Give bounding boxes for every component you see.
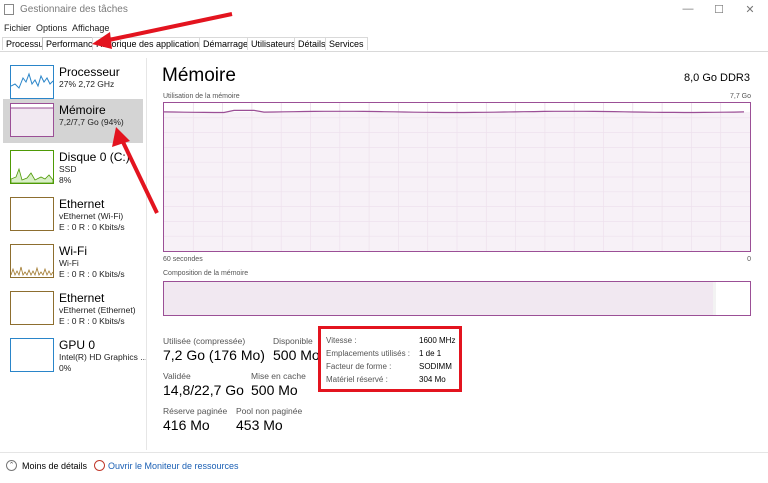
committed-value: 14,8/22,7 Go bbox=[163, 382, 244, 398]
composition-modified bbox=[713, 282, 716, 315]
form-factor-value: SODIMM bbox=[419, 362, 452, 371]
speed-label: Vitesse : bbox=[326, 336, 357, 345]
sidebar-subtitle: 27% 2,72 GHz bbox=[59, 79, 115, 89]
resource-monitor-link[interactable]: Ouvrir le Moniteur de ressources bbox=[108, 461, 239, 471]
tab-services[interactable]: Services bbox=[325, 37, 368, 50]
sidebar-item-gpu[interactable]: GPU 0 Intel(R) HD Graphics ... 0% bbox=[3, 334, 147, 378]
tab-bar: Processus Performance Historique des app… bbox=[0, 37, 768, 52]
ethernet-thumbnail bbox=[10, 291, 54, 325]
menu-fichier[interactable]: Fichier bbox=[4, 23, 31, 33]
sidebar-item-memoire[interactable]: Mémoire 7,2/7,7 Go (94%) bbox=[3, 99, 143, 143]
sidebar-subtitle-2: 0% bbox=[59, 363, 72, 373]
sidebar-subtitle-2: 8% bbox=[59, 175, 72, 185]
graph-time-left: 60 secondes bbox=[163, 256, 203, 263]
form-factor-label: Facteur de forme : bbox=[326, 362, 392, 371]
sidebar: Processeur 27% 2,72 GHz Mémoire 7,2/7,7 … bbox=[0, 58, 147, 450]
tab-historique[interactable]: Historique des applications bbox=[92, 37, 208, 50]
tab-demarrage[interactable]: Démarrage bbox=[199, 37, 253, 50]
sidebar-title: Disque 0 (C:) bbox=[59, 150, 130, 164]
ethernet-thumbnail bbox=[10, 197, 54, 231]
sidebar-title: Mémoire bbox=[59, 103, 106, 117]
footer: ⌃ Moins de détails Ouvrir le Moniteur de… bbox=[0, 452, 768, 483]
sidebar-subtitle: SSD bbox=[59, 164, 77, 174]
committed-label: Validée bbox=[163, 371, 191, 381]
used-label: Utilisée (compressée) bbox=[163, 336, 246, 346]
sidebar-subtitle-2: E : 0 R : 0 Kbits/s bbox=[59, 316, 125, 326]
usage-graph-label: Utilisation de la mémoire bbox=[163, 93, 240, 100]
task-manager-icon bbox=[4, 4, 14, 15]
nonpaged-pool-label: Pool non paginée bbox=[236, 406, 303, 416]
composition-in-use bbox=[164, 282, 716, 315]
sidebar-title: GPU 0 bbox=[59, 338, 96, 352]
sidebar-subtitle-2: E : 0 R : 0 Kbits/s bbox=[59, 269, 125, 279]
sidebar-item-disque[interactable]: Disque 0 (C:) SSD 8% bbox=[3, 146, 143, 190]
minimize-icon[interactable]: — bbox=[680, 3, 696, 15]
sidebar-subtitle: 7,2/7,7 Go (94%) bbox=[59, 117, 124, 127]
nonpaged-pool-value: 453 Mo bbox=[236, 417, 283, 433]
sidebar-subtitle-2: E : 0 R : 0 Kbits/s bbox=[59, 222, 125, 232]
cpu-thumbnail bbox=[10, 65, 54, 99]
sidebar-title: Wi-Fi bbox=[59, 244, 87, 258]
slots-value: 1 de 1 bbox=[419, 349, 442, 358]
page-title: Mémoire bbox=[162, 65, 236, 86]
sidebar-title: Processeur bbox=[59, 65, 120, 79]
reserved-value: 304 Mo bbox=[419, 375, 446, 384]
sidebar-item-wifi[interactable]: Wi-Fi Wi-Fi E : 0 R : 0 Kbits/s bbox=[3, 240, 143, 284]
paged-pool-label: Réserve paginée bbox=[163, 406, 228, 416]
chevron-up-icon[interactable]: ⌃ bbox=[6, 460, 17, 471]
cached-value: 500 Mo bbox=[251, 382, 298, 398]
wifi-thumbnail bbox=[10, 244, 54, 278]
speed-value: 1600 MHz bbox=[419, 336, 456, 345]
memory-usage-area bbox=[164, 111, 750, 251]
slots-label: Emplacements utilisés : bbox=[326, 349, 411, 358]
disk-thumbnail bbox=[10, 150, 54, 184]
paged-pool-value: 416 Mo bbox=[163, 417, 210, 433]
resource-monitor-icon bbox=[94, 460, 105, 471]
sidebar-title: Ethernet bbox=[59, 197, 105, 211]
memory-usage-graph bbox=[163, 102, 751, 252]
sidebar-subtitle: Wi-Fi bbox=[59, 258, 79, 268]
gpu-thumbnail bbox=[10, 338, 54, 372]
close-icon[interactable]: ✕ bbox=[742, 3, 758, 16]
reserved-label: Matériel réservé : bbox=[326, 375, 388, 384]
maximize-icon[interactable]: ☐ bbox=[711, 3, 727, 16]
used-value: 7,2 Go (176 Mo) bbox=[163, 347, 265, 363]
memory-composition-bar bbox=[163, 281, 751, 316]
less-details-button[interactable]: Moins de détails bbox=[22, 461, 87, 471]
usage-graph-max: 7,7 Go bbox=[729, 93, 751, 100]
tab-utilisateurs[interactable]: Utilisateurs bbox=[247, 37, 300, 50]
sidebar-item-ethernet[interactable]: Ethernet vEthernet (Ethernet) E : 0 R : … bbox=[3, 287, 143, 331]
cached-label: Mise en cache bbox=[251, 371, 306, 381]
sidebar-subtitle: Intel(R) HD Graphics ... bbox=[59, 352, 148, 362]
memory-thumbnail bbox=[10, 103, 54, 137]
menu-options[interactable]: Options bbox=[36, 23, 67, 33]
memory-spec: 8,0 Go DDR3 bbox=[683, 72, 750, 84]
sidebar-title: Ethernet bbox=[59, 291, 105, 305]
sidebar-divider bbox=[146, 58, 147, 450]
window-title: Gestionnaire des tâches bbox=[20, 4, 128, 15]
available-value: 500 Mo bbox=[273, 347, 320, 363]
sidebar-subtitle: vEthernet (Wi-Fi) bbox=[59, 211, 124, 221]
composition-label: Composition de la mémoire bbox=[163, 270, 249, 277]
available-label: Disponible bbox=[273, 336, 313, 346]
menu-affichage[interactable]: Affichage bbox=[72, 23, 109, 33]
sidebar-subtitle: vEthernet (Ethernet) bbox=[59, 305, 136, 315]
graph-time-right: 0 bbox=[747, 256, 751, 263]
sidebar-item-ethernet-wifi[interactable]: Ethernet vEthernet (Wi-Fi) E : 0 R : 0 K… bbox=[3, 193, 143, 237]
title-bar: Gestionnaire des tâches — ☐ ✕ bbox=[0, 0, 768, 20]
